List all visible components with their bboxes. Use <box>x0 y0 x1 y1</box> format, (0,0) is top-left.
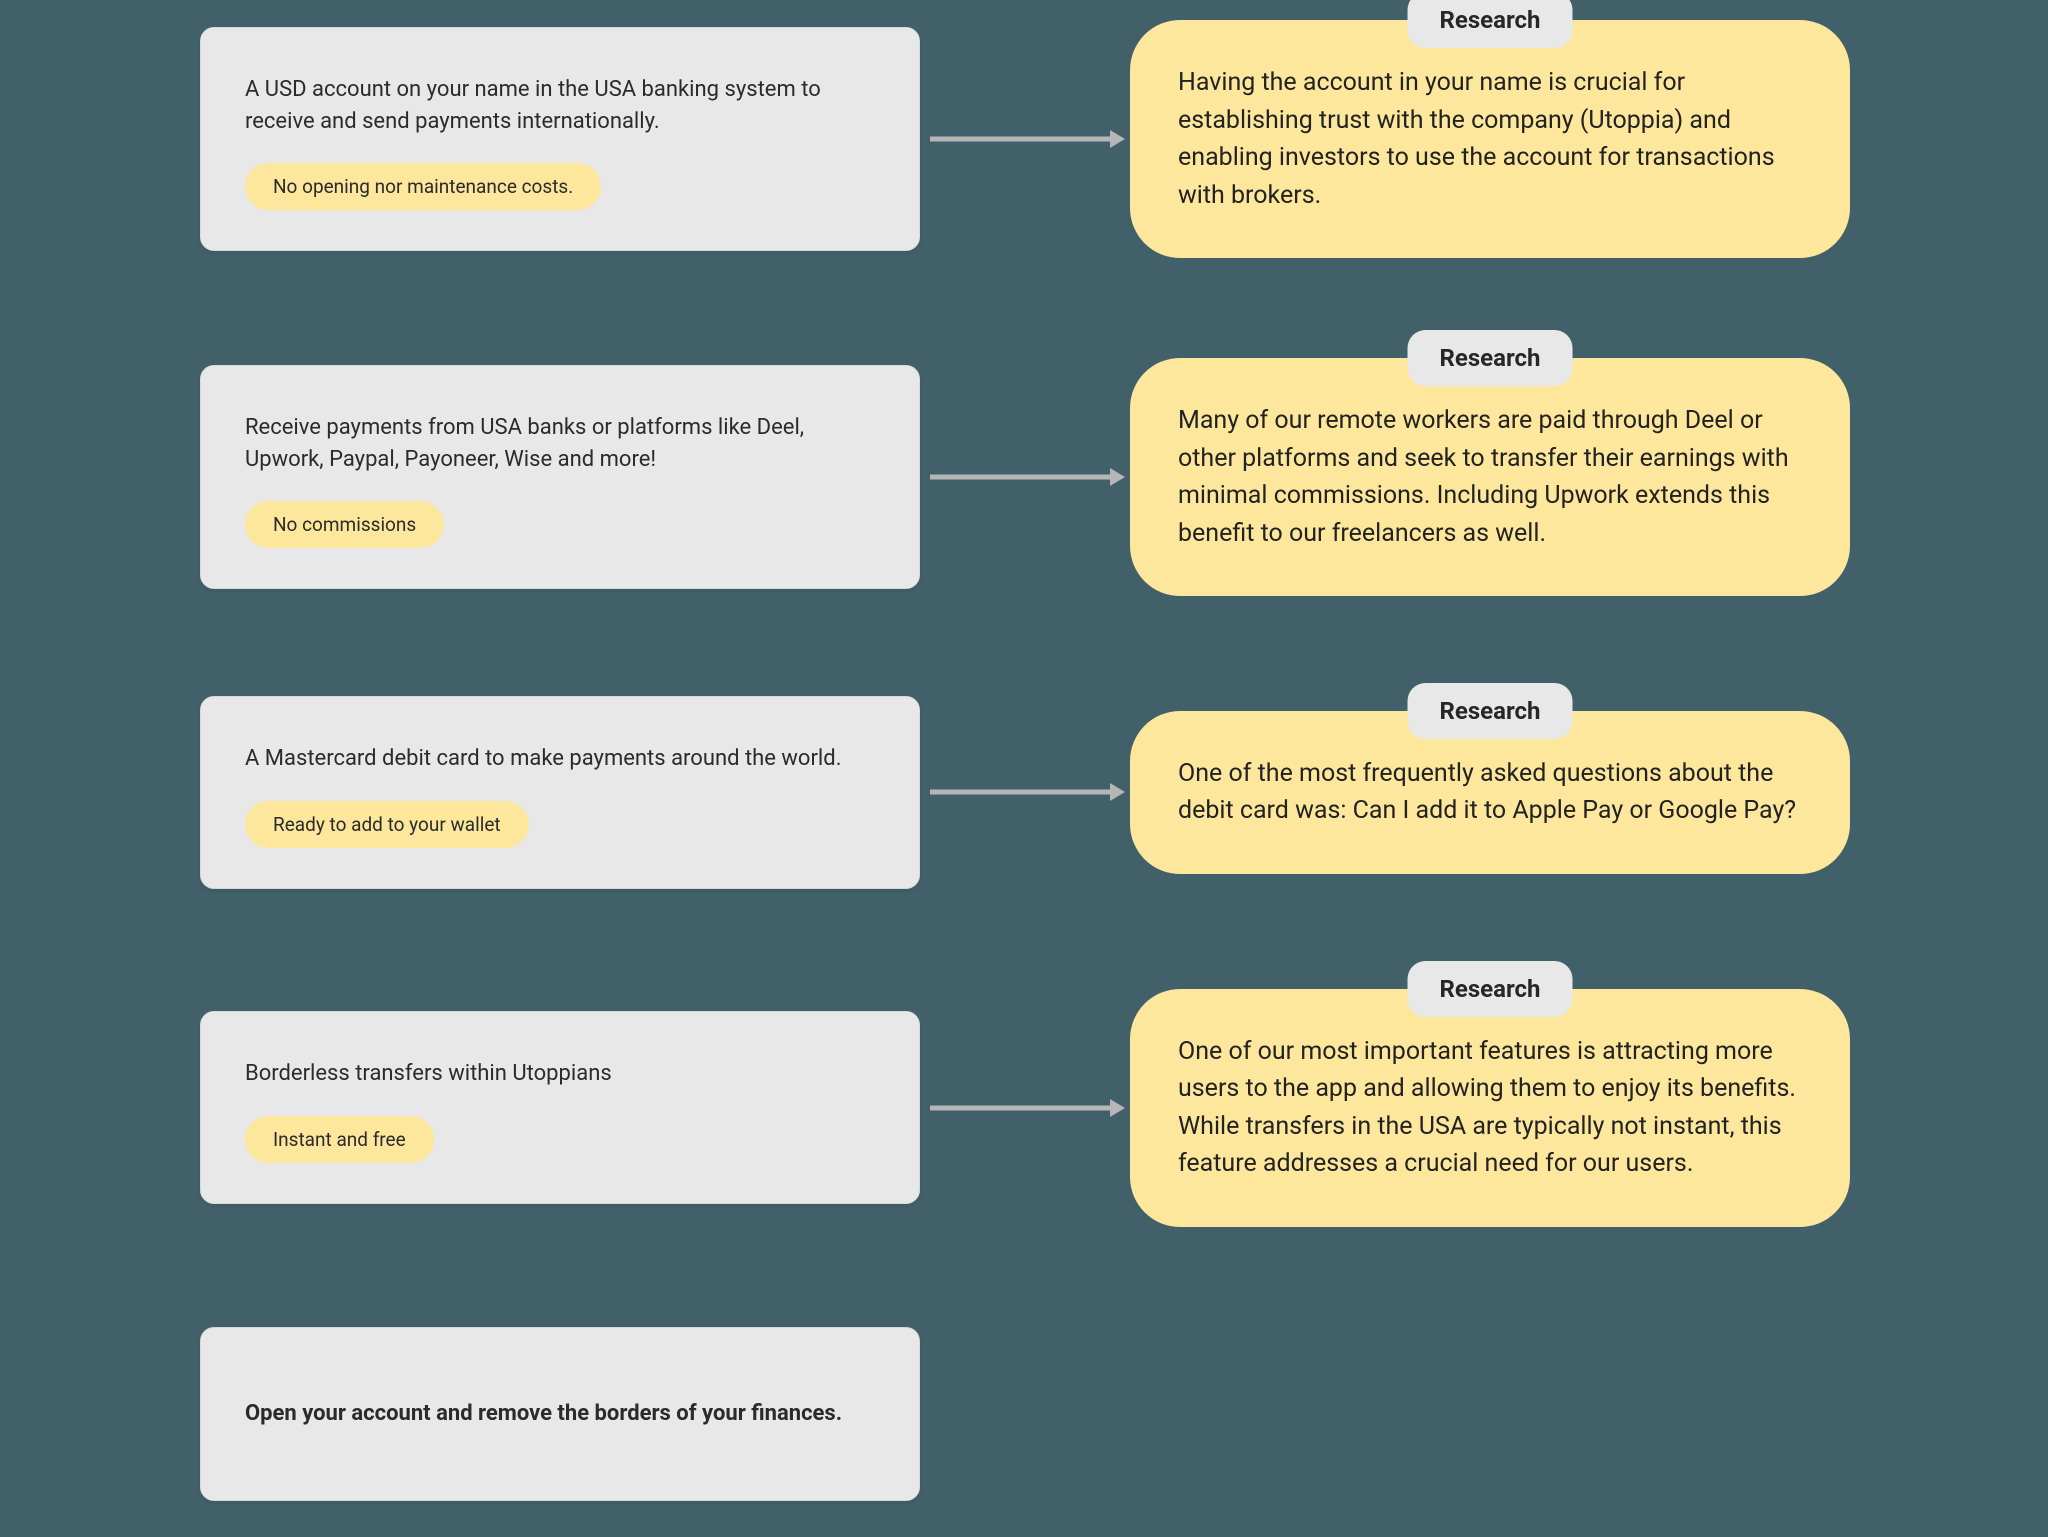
diagram-canvas: A USD account on your name in the USA ba… <box>0 20 2048 1501</box>
arrow-icon <box>920 777 1130 807</box>
feature-pill: Instant and free <box>245 1116 434 1163</box>
feature-description: Receive payments from USA banks or platf… <box>245 412 875 476</box>
feature-description: Borderless transfers within Utoppians <box>245 1058 875 1090</box>
feature-row: A Mastercard debit card to make payments… <box>0 696 2048 889</box>
feature-row: A USD account on your name in the USA ba… <box>0 20 2048 258</box>
cta-text: Open your account and remove the borders… <box>245 1398 875 1430</box>
arrow-icon <box>920 124 1130 154</box>
feature-card-borderless-transfers: Borderless transfers within Utoppians In… <box>200 1011 920 1204</box>
research-text: Many of our remote workers are paid thro… <box>1178 402 1802 552</box>
feature-description: A USD account on your name in the USA ba… <box>245 74 875 138</box>
feature-description: A Mastercard debit card to make payments… <box>245 743 875 775</box>
feature-card-receive-payments: Receive payments from USA banks or platf… <box>200 365 920 590</box>
research-text: One of the most frequently asked questio… <box>1178 755 1802 830</box>
arrow-icon <box>920 462 1130 492</box>
research-tag: Research <box>1408 961 1573 1017</box>
research-card: Research Many of our remote workers are … <box>1130 358 1850 596</box>
cta-row: Open your account and remove the borders… <box>0 1327 2048 1501</box>
research-tag: Research <box>1408 683 1573 739</box>
research-tag: Research <box>1408 330 1573 386</box>
feature-row: Receive payments from USA banks or platf… <box>0 358 2048 596</box>
feature-card-usd-account: A USD account on your name in the USA ba… <box>200 27 920 252</box>
feature-pill: Ready to add to your wallet <box>245 801 529 848</box>
research-card: Research Having the account in your name… <box>1130 20 1850 258</box>
feature-row: Borderless transfers within Utoppians In… <box>0 989 2048 1227</box>
research-text: One of our most important features is at… <box>1178 1033 1802 1183</box>
cta-card: Open your account and remove the borders… <box>200 1327 920 1501</box>
feature-pill: No commissions <box>245 501 444 548</box>
research-card: Research One of the most frequently aske… <box>1130 711 1850 874</box>
arrow-icon <box>920 1093 1130 1123</box>
feature-pill: No opening nor maintenance costs. <box>245 163 601 210</box>
research-tag: Research <box>1408 0 1573 48</box>
research-card: Research One of our most important featu… <box>1130 989 1850 1227</box>
feature-card-mastercard: A Mastercard debit card to make payments… <box>200 696 920 889</box>
research-text: Having the account in your name is cruci… <box>1178 64 1802 214</box>
